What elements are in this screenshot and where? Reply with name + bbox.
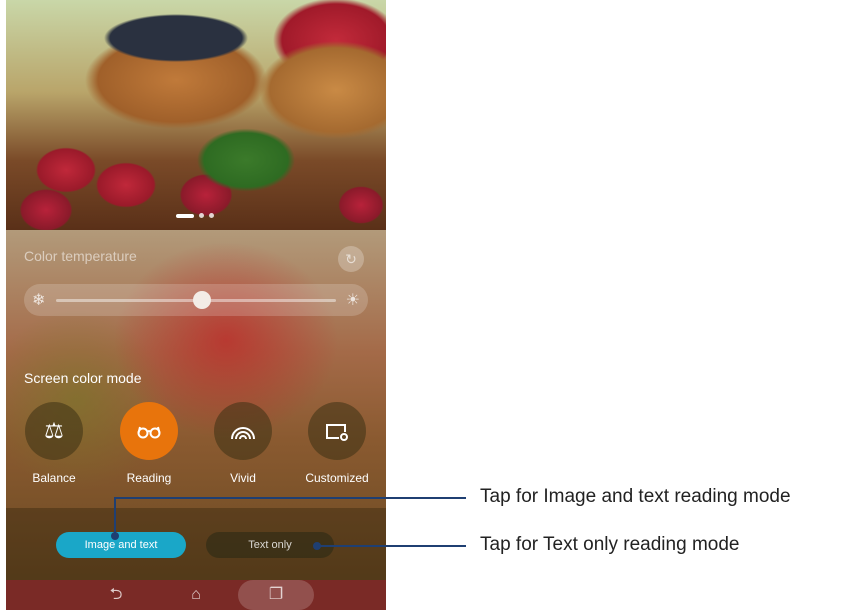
callout-line-image-and-text <box>114 498 116 536</box>
carousel-dot-active <box>176 213 194 218</box>
rainbow-icon[interactable] <box>214 402 272 460</box>
reading-mode-options: Image and text Text only <box>6 508 386 580</box>
color-temperature-label: Color temperature <box>24 248 137 264</box>
mode-reading[interactable]: Reading <box>109 402 189 485</box>
callout-line-text-only <box>318 545 466 547</box>
home-icon[interactable]: ⌂ <box>181 584 211 606</box>
callout-dot-image-and-text <box>111 532 119 540</box>
back-icon[interactable]: ⮌ <box>101 584 131 606</box>
reset-icon[interactable]: ↻ <box>338 246 364 272</box>
color-temperature-slider[interactable]: ❄ ☀ <box>24 284 368 316</box>
carousel-dot <box>199 213 204 218</box>
splendid-panel: Color temperature ↻ ❄ ☀ Screen color mod… <box>6 230 386 580</box>
glasses-icon[interactable] <box>120 402 178 460</box>
slider-thumb[interactable] <box>192 291 211 309</box>
callout-line-image-and-text <box>114 497 466 499</box>
navigation-bar: ⮌ ⌂ ❐ <box>6 580 386 610</box>
preview-photo[interactable] <box>6 0 386 230</box>
callout-dot-text-only <box>313 542 321 550</box>
recent-apps-icon[interactable]: ❐ <box>261 584 291 606</box>
custom-settings-icon[interactable] <box>308 402 366 460</box>
phone-screen: Color temperature ↻ ❄ ☀ Screen color mod… <box>6 0 386 610</box>
snowflake-icon: ❄ <box>32 292 46 309</box>
carousel-indicator <box>176 213 214 218</box>
mode-vivid[interactable]: Vivid <box>203 402 283 485</box>
callout-image-and-text: Tap for Image and text reading mode <box>480 486 791 507</box>
mode-label: Vivid <box>230 471 256 485</box>
sun-icon: ☀ <box>345 292 360 309</box>
image-and-text-button[interactable]: Image and text <box>56 532 186 558</box>
screen-color-mode-label: Screen color mode <box>24 370 142 386</box>
carousel-dot <box>209 213 214 218</box>
callout-text-only: Tap for Text only reading mode <box>480 534 740 555</box>
mode-label: Customized <box>305 471 369 485</box>
balance-scale-icon[interactable]: ⚖ <box>25 402 83 460</box>
mode-customized[interactable]: Customized <box>297 402 377 485</box>
mode-label: Balance <box>32 471 76 485</box>
mode-balance[interactable]: ⚖ Balance <box>14 402 94 485</box>
mode-label: Reading <box>126 471 172 485</box>
